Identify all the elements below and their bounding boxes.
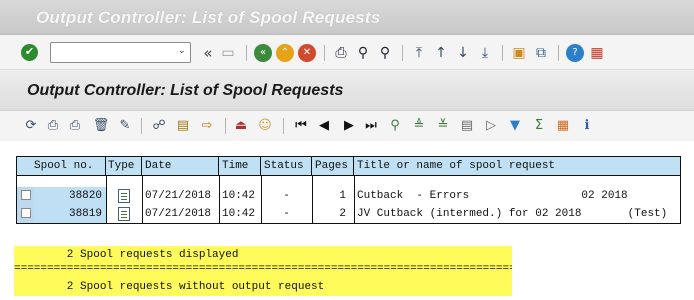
- shortcut-icon[interactable]: ⧉: [532, 44, 550, 62]
- total-icon[interactable]: Σ: [530, 117, 548, 135]
- delete-icon[interactable]: 🗑: [92, 117, 110, 135]
- help-icon[interactable]: ?: [566, 44, 584, 62]
- chevron-down-icon[interactable]: ⌄: [178, 45, 186, 56]
- info-icon[interactable]: ℹ: [578, 117, 596, 135]
- forward-icon[interactable]: ⇨: [198, 117, 216, 135]
- save-layout-icon[interactable]: ▷: [482, 117, 500, 135]
- print-with-changed-attributes-icon[interactable]: ⎙: [66, 117, 84, 135]
- page-header: Output Controller: List of Spool Request…: [0, 71, 694, 111]
- column-header-title[interactable]: Title or name of spool request: [354, 157, 680, 175]
- message-separator: ========================================…: [14, 264, 512, 278]
- title-cell: Cutback - Errors 02 2018: [357, 190, 628, 202]
- row-select-checkbox[interactable]: [21, 208, 31, 218]
- title-cell: JV Cutback (intermed.) for 02 2018 (Test…: [357, 208, 668, 220]
- sort-descending-icon[interactable]: ≚: [434, 117, 452, 135]
- application-toolbar: ⟳ ⎙ ⎙ 🗑 ✎ ☍ ▤ ⇨ ⏏ ☺ ⏮ ◀ ▶ ⏭ ⚲ ≜ ≚ ▤ ▷ ▼ …: [0, 111, 694, 141]
- list-type-icon[interactable]: [118, 189, 130, 203]
- time-cell: 10:42: [222, 208, 256, 220]
- print-directly-icon[interactable]: ⎙: [44, 117, 62, 135]
- filter-icon[interactable]: ▼: [506, 117, 524, 135]
- date-cell: 07/21/2018: [145, 208, 212, 220]
- back-icon[interactable]: «: [254, 44, 272, 62]
- window-title-bar: Output Controller: List of Spool Request…: [0, 0, 694, 35]
- pages-cell: 2: [339, 208, 346, 220]
- find-next-icon[interactable]: ⚲: [376, 44, 394, 62]
- display-contents-icon[interactable]: ☍: [150, 117, 168, 135]
- table-row[interactable]: 38819 07/21/2018 10:42 - 2 JV Cutback (i…: [17, 205, 680, 223]
- first-icon[interactable]: ⏮: [292, 117, 310, 135]
- export-icon[interactable]: ▦: [554, 117, 572, 135]
- column-header-pages[interactable]: Pages: [312, 157, 354, 175]
- message-line-without-output: 2 Spool requests without output request: [14, 278, 512, 296]
- print-icon[interactable]: ⎙: [332, 44, 350, 62]
- sort-ascending-icon[interactable]: ≜: [410, 117, 428, 135]
- date-cell: 07/21/2018: [145, 190, 212, 202]
- table-row[interactable]: 38820 07/21/2018 10:42 - 1 Cutback - Err…: [17, 187, 680, 205]
- message-line-displayed: 2 Spool requests displayed: [14, 246, 512, 264]
- last-icon[interactable]: ⏭: [362, 117, 380, 135]
- column-header-type[interactable]: Type: [106, 157, 142, 175]
- command-field[interactable]: ⌄: [50, 42, 191, 63]
- last-page-icon[interactable]: ⤓: [476, 44, 494, 62]
- status-cell[interactable]: -: [261, 187, 312, 205]
- time-cell: 10:42: [222, 190, 256, 202]
- next-icon[interactable]: ▶: [340, 117, 358, 135]
- table-header-row: Spool no. Type Date Time Status Pages Ti…: [17, 157, 680, 175]
- column-header-time[interactable]: Time: [219, 157, 261, 175]
- edit-icon[interactable]: ✎: [116, 117, 134, 135]
- column-header-spool-no[interactable]: Spool no.: [17, 157, 106, 175]
- column-header-date[interactable]: Date: [142, 157, 219, 175]
- previous-icon[interactable]: ◀: [315, 117, 333, 135]
- table-spacer: [17, 175, 680, 187]
- standard-toolbar: ✔ ⌄ « ▭ « ⌃ ✕ ⎙ ⚲ ⚲ ⤒ ↑ ↓ ⤓ ▣ ⧉ ? ▦: [0, 36, 694, 70]
- row-select-checkbox[interactable]: [21, 190, 31, 200]
- enter-icon[interactable]: ✔: [21, 44, 38, 61]
- window-title: Output Controller: List of Spool Request…: [36, 8, 381, 27]
- cancel-icon[interactable]: ✕: [298, 44, 316, 62]
- list-area: Spool no. Type Date Time Status Pages Ti…: [0, 141, 694, 300]
- spool-number-cell[interactable]: 38820: [34, 187, 106, 205]
- page-title: Output Controller: List of Spool Request…: [27, 82, 344, 99]
- back-history-icon[interactable]: «: [199, 44, 217, 62]
- choose-layout-icon[interactable]: ▤: [458, 117, 476, 135]
- column-header-status[interactable]: Status: [261, 157, 312, 175]
- status-cell[interactable]: -: [261, 205, 312, 223]
- details-icon[interactable]: ▤: [174, 117, 192, 135]
- owner-icon[interactable]: ☺: [256, 117, 274, 135]
- exit-icon[interactable]: ⌃: [276, 44, 294, 62]
- next-page-icon[interactable]: ↓: [454, 44, 472, 62]
- first-page-icon[interactable]: ⤒: [410, 44, 428, 62]
- spool-table: Spool no. Type Date Time Status Pages Ti…: [16, 156, 681, 224]
- list-type-icon[interactable]: [118, 207, 130, 221]
- spool-number-cell[interactable]: 38819: [34, 205, 106, 223]
- customize-layout-icon[interactable]: ▦: [588, 44, 606, 62]
- pages-cell: 1: [339, 190, 346, 202]
- find-icon[interactable]: ⚲: [354, 44, 372, 62]
- search-icon[interactable]: ⚲: [386, 117, 404, 135]
- save-icon[interactable]: ▭: [219, 44, 237, 62]
- previous-page-icon[interactable]: ↑: [432, 44, 450, 62]
- new-session-icon[interactable]: ▣: [510, 44, 528, 62]
- refresh-icon[interactable]: ⟳: [22, 117, 40, 135]
- output-requests-icon[interactable]: ⏏: [232, 117, 250, 135]
